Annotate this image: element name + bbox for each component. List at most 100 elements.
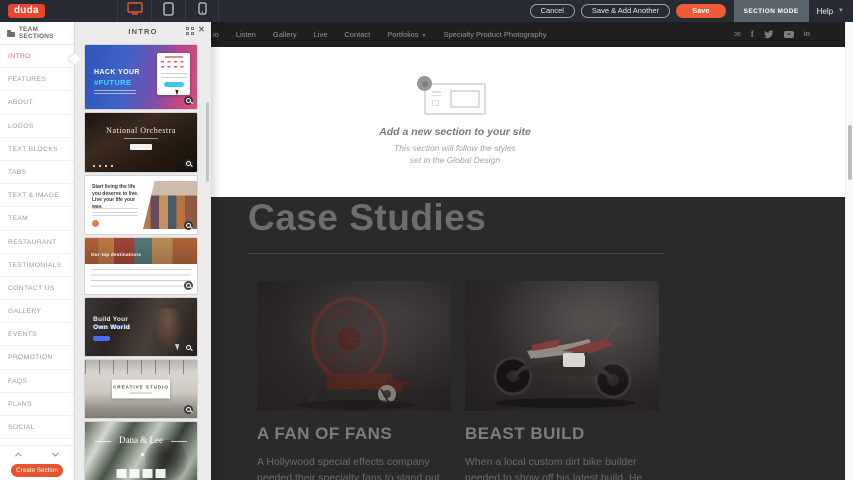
save-and-add-another-button[interactable]: Save & Add Another: [581, 4, 670, 18]
save-button[interactable]: Save: [676, 4, 726, 18]
section-thumb-national-orchestra[interactable]: National Orchestra: [85, 113, 197, 172]
linkedin-icon[interactable]: in: [804, 31, 810, 38]
desktop-icon: [127, 2, 143, 20]
thumb-title: Our top destinations: [91, 252, 141, 257]
chevron-down-icon[interactable]: ▼: [838, 8, 844, 14]
thumb-cta-button: [130, 144, 152, 150]
mobile-icon: [198, 2, 207, 20]
zoom-preview-icon[interactable]: [184, 159, 193, 168]
section-thumbnail-list: HACK YOUR #FUTURE National Orchestra: [75, 40, 211, 480]
sidebar-item-logos[interactable]: LOGOS: [0, 115, 74, 138]
sidebar-item-features[interactable]: FEATURES: [0, 68, 74, 91]
zoom-preview-icon[interactable]: [184, 96, 193, 105]
section-thumb-build-your-own-world[interactable]: Build Your Own World: [85, 298, 197, 356]
sidebar-item-gallery[interactable]: GALLERY: [0, 300, 74, 323]
sidebar-item-team[interactable]: TEAM: [0, 207, 74, 230]
nav-item-specialty-product-photography[interactable]: Specialty Product Photography: [443, 30, 546, 39]
nav-item-gallery[interactable]: Gallery: [273, 30, 297, 39]
sidebar-item-plans[interactable]: PLANS: [0, 393, 74, 416]
twitter-icon[interactable]: [764, 30, 774, 39]
tablet-preview-button[interactable]: [151, 0, 185, 22]
create-section-button[interactable]: Create Section: [11, 464, 63, 477]
panel-scrollbar[interactable]: [206, 102, 209, 182]
section-thumb-top-destinations[interactable]: Our top destinations: [85, 238, 197, 294]
nav-item-live[interactable]: Live: [314, 30, 328, 39]
sidebar-footer: Create Section: [0, 445, 74, 480]
thumb-cta-button: [164, 82, 184, 87]
nav-item-portfolios[interactable]: Portfolios ▼: [387, 30, 426, 39]
panel-header: INTRO ✕: [75, 22, 211, 40]
case-studies-section: Case Studies: [211, 197, 845, 480]
facebook-icon[interactable]: f: [751, 30, 754, 39]
scroll-up-button[interactable]: [0, 446, 37, 462]
sidebar-item-social[interactable]: SOCIAL: [0, 416, 74, 439]
thumb-title: Build Your: [93, 316, 128, 323]
add-section-dropzone[interactable]: Add a new section to your site This sect…: [211, 47, 845, 197]
subtitle-line: set in the Global Design: [340, 155, 570, 167]
sidebar-item-about[interactable]: ABOUT: [0, 91, 74, 114]
youtube-icon[interactable]: [784, 31, 794, 38]
grid-view-icon[interactable]: [186, 27, 194, 35]
dirt-bike-photo: [465, 281, 659, 411]
case-study-title: BEAST BUILD: [465, 424, 659, 444]
intro-sections-panel: INTRO ✕ HACK YOUR #FUTURE National Orche…: [75, 22, 211, 480]
site-preview-canvas: io Listen Gallery Live Contact Portfolio…: [211, 22, 845, 480]
sidebar-item-faqs[interactable]: FAQS: [0, 370, 74, 393]
thumb-subtitle: #FUTURE: [94, 78, 131, 87]
case-studies-heading: Case Studies: [248, 197, 486, 239]
app-window: duda Cancel Save & Add Another Save: [0, 0, 853, 480]
thumb-subtitle: Own World: [93, 324, 130, 331]
section-thumb-creative-studio[interactable]: CREATIVE STUDIO: [85, 360, 197, 418]
zoom-preview-icon[interactable]: [184, 343, 193, 352]
scroll-down-button[interactable]: [37, 446, 74, 462]
sidebar-header: TEAM SECTIONS: [0, 22, 74, 45]
nav-item-listen[interactable]: Listen: [236, 30, 256, 39]
sidebar-item-testimonials[interactable]: TESTIMONIALS: [0, 254, 74, 277]
cancel-button[interactable]: Cancel: [530, 4, 575, 18]
section-thumb-dana-and-lee[interactable]: Dana & Lee: [85, 422, 197, 480]
scrollbar-thumb[interactable]: [848, 125, 852, 180]
thumb-table: [91, 269, 191, 289]
sidebar-header-label: TEAM SECTIONS: [19, 26, 74, 40]
sidebar-item-tabs[interactable]: TABS: [0, 161, 74, 184]
section-thumb-hack-your-future[interactable]: HACK YOUR #FUTURE: [85, 45, 197, 109]
desktop-preview-button[interactable]: [117, 0, 151, 22]
nav-item-contact[interactable]: Contact: [344, 30, 370, 39]
folder-icon: [7, 32, 15, 37]
site-navigation: io Listen Gallery Live Contact Portfolio…: [211, 22, 845, 47]
sidebar-item-restaurant[interactable]: RESTAURANT: [0, 231, 74, 254]
sidebar-item-contact-us[interactable]: CONTACT US: [0, 277, 74, 300]
nav-item-partial[interactable]: io: [213, 30, 219, 39]
section-placeholder-icon: [424, 83, 486, 115]
case-study-text: A Hollywood special effects company need…: [257, 455, 451, 480]
sidebar-item-promotion[interactable]: PROMOTION: [0, 346, 74, 369]
thumb-photo: [85, 238, 197, 264]
sidebar-item-intro[interactable]: INTRO: [0, 45, 74, 68]
add-section-subtitle: This section will follow the styles set …: [340, 143, 570, 166]
close-icon[interactable]: ✕: [198, 26, 206, 34]
chevron-down-icon: ▼: [422, 33, 427, 39]
section-thumb-live-your-way[interactable]: Start living the life you deserve to liv…: [85, 176, 197, 234]
sidebar-item-events[interactable]: EVENTS: [0, 323, 74, 346]
device-preview-switcher: [117, 0, 219, 22]
email-icon[interactable]: ✉: [734, 31, 741, 39]
nav-item-label: Portfolios: [387, 30, 418, 39]
case-study-fan: A FAN OF FANS A Hollywood special effect…: [257, 281, 451, 480]
page-scrollbar[interactable]: [845, 22, 853, 480]
sidebar-item-text-image[interactable]: TEXT & IMAGE: [0, 184, 74, 207]
sidebar-item-text-blocks[interactable]: TEXT BLOCKS: [0, 138, 74, 161]
zoom-preview-icon[interactable]: [184, 405, 193, 414]
zoom-preview-icon[interactable]: [184, 221, 193, 230]
panel-title: INTRO: [128, 27, 157, 36]
countdown-boxes: [117, 469, 166, 478]
thumb-text-lines: [94, 90, 136, 96]
thumb-title: HACK YOUR: [94, 69, 140, 76]
zoom-preview-icon[interactable]: [184, 281, 193, 290]
thumb-dot: [141, 453, 144, 456]
social-icons: ✉ f in: [734, 22, 810, 47]
thumb-title: CREATIVE STUDIO: [112, 385, 170, 390]
help-menu[interactable]: Help: [817, 7, 833, 16]
sidebar-category-list: INTRO FEATURES ABOUT LOGOS TEXT BLOCKS T…: [0, 45, 74, 445]
mobile-preview-button[interactable]: [185, 0, 219, 22]
thumb-title: Dana & Lee: [85, 435, 197, 445]
